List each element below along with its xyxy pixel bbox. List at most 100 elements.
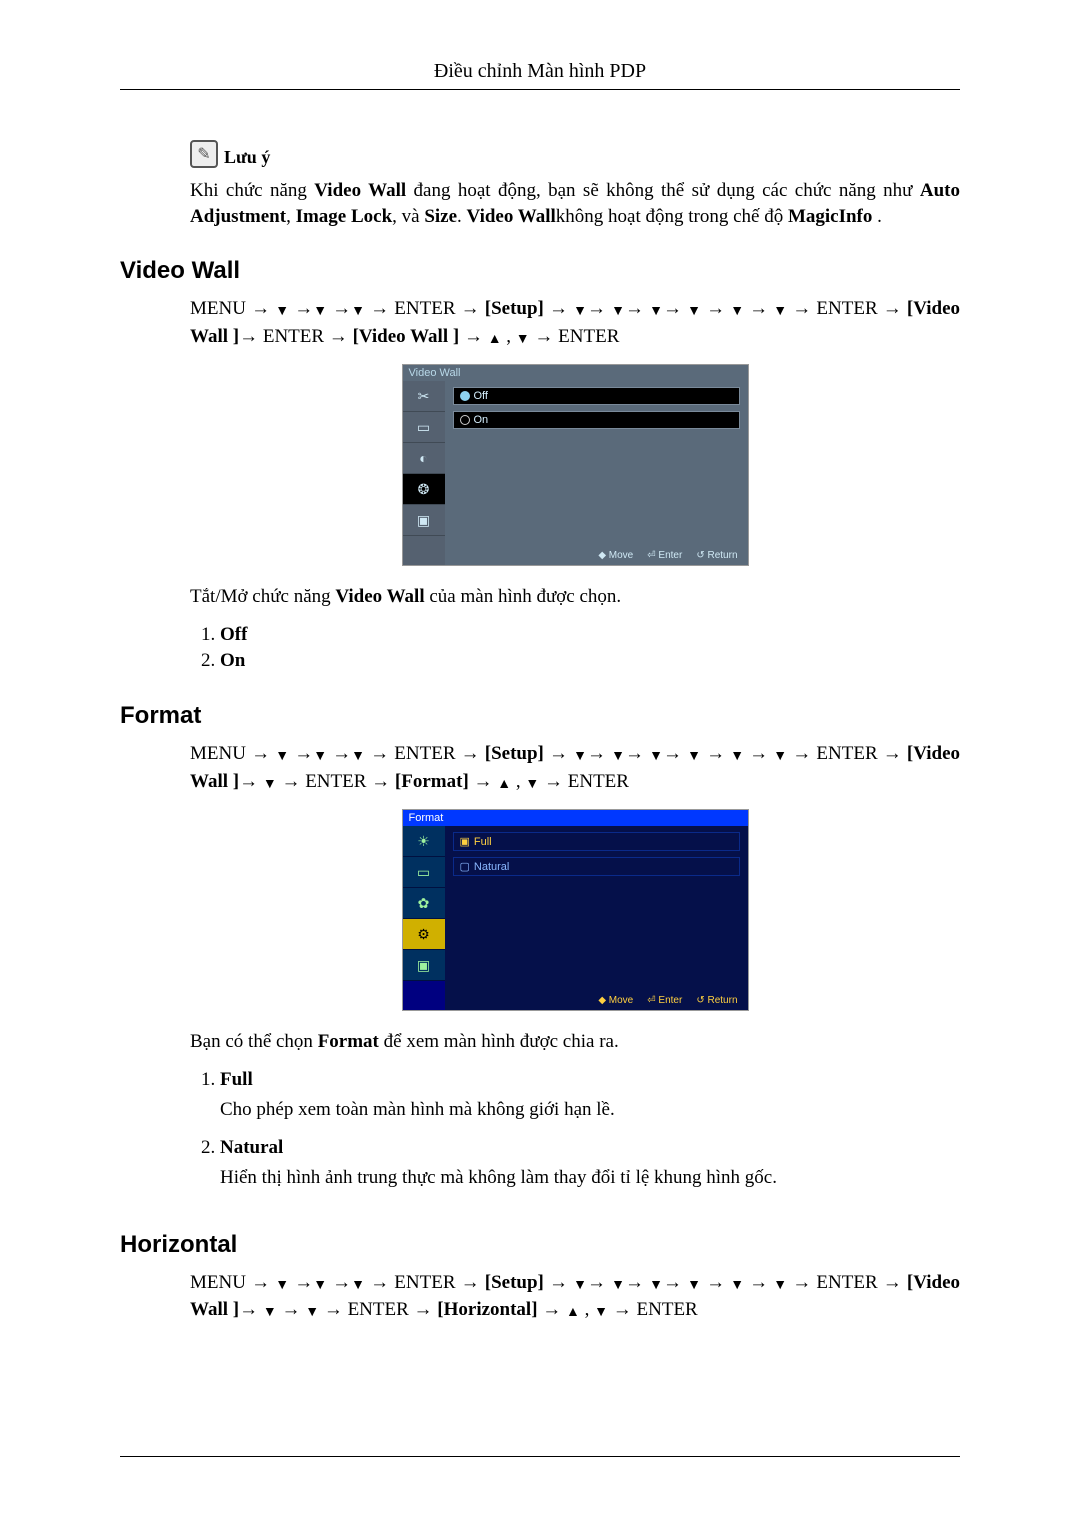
up-arrow-icon: ▲ [497,775,511,795]
osd-option-label: Full [474,836,492,848]
osd-option: On [453,411,740,429]
t: đang hoạt động, bạn sẽ không thể sử dụng… [406,180,920,201]
t: Video Wall [467,206,556,227]
osd-footer: ◆ Move ⏎ Enter ↺ Return [455,995,738,1006]
t: → ENTER → [365,743,485,764]
t: → [289,298,313,319]
t: → ENTER → [319,1299,437,1320]
t: → [587,1272,611,1293]
t: . [872,206,882,227]
osd-icon: ◐ [403,443,445,474]
down-arrow-icon: ▼ [313,302,327,322]
t: , [511,771,525,792]
t: [Setup] [485,743,544,764]
osd-icon: ☀ [403,826,445,857]
option-desc: Cho phép xem toàn màn hình mà không giới… [220,1099,960,1121]
option-label: Full [220,1069,253,1090]
t: → [744,298,773,319]
t: → [289,743,313,764]
osd-screenshot-video-wall: Video Wall ✂ ▭ ◐ ❂ ▣ Off On ◆ Move ⏎ Ent… [402,364,749,566]
t: → [587,743,611,764]
t: [Setup] [485,1272,544,1293]
t: Tắt/Mở chức năng [190,586,335,607]
t: → [625,1272,649,1293]
osd-footer-move: ◆ Move [598,995,633,1006]
osd-icon: ▣ [403,950,445,981]
t: , [502,326,516,347]
t: , và [392,206,424,227]
down-arrow-icon: ▼ [730,1276,744,1296]
osd-icon: ⚙ [403,919,445,950]
t: → ENTER → [365,298,485,319]
t: → [663,298,687,319]
list-item: Natural Hiển thị hình ảnh trung thực mà … [220,1135,960,1203]
down-arrow-icon: ▼ [351,747,365,767]
t: → ENTER [539,771,629,792]
osd-title: Format [403,810,748,826]
t: → [663,1272,687,1293]
down-arrow-icon: ▼ [275,302,289,322]
video-wall-desc: Tắt/Mở chức năng Video Wall của màn hình… [190,584,960,610]
osd-side-icons: ✂ ▭ ◐ ❂ ▣ [403,381,445,565]
down-arrow-icon: ▼ [611,1276,625,1296]
document-page: Điều chỉnh Màn hình PDP ✎ Lưu ý Khi chức… [0,0,1080,1527]
t: → [625,298,649,319]
menu-path-format: MENU → ▼ →▼ →▼ → ENTER → [Setup] → ▼→ ▼→… [190,740,960,795]
list-item: On [220,648,960,674]
t: → ENTER → [277,771,395,792]
t: MagicInfo [788,206,872,227]
osd-icon: ❂ [403,474,445,505]
down-arrow-icon: ▼ [516,330,530,350]
menu-path-horizontal: MENU → ▼ →▼ →▼ → ENTER → [Setup] → ▼→ ▼→… [190,1269,960,1324]
list-item: Full Cho phép xem toàn màn hình mà không… [220,1067,960,1135]
t: , [580,1299,594,1320]
t: → [663,743,687,764]
t: Video Wall [335,586,424,607]
option-label: Off [220,624,247,645]
osd-icon: ✿ [403,888,445,919]
t: của màn hình được chọn. [425,586,622,607]
note-label: Lưu ý [224,147,270,168]
osd-footer-enter: ⏎ Enter [647,550,682,561]
t: Image Lock [296,206,393,227]
down-arrow-icon: ▼ [263,775,277,795]
down-arrow-icon: ▼ [263,1303,277,1323]
t: → [239,1299,263,1320]
down-arrow-icon: ▼ [313,1276,327,1296]
t: → ENTER → [787,743,907,764]
t: . [457,206,467,227]
list-item: Off [220,622,960,648]
up-arrow-icon: ▲ [566,1303,580,1323]
t: → [289,1272,313,1293]
t: → ENTER [608,1299,698,1320]
t: MENU → [190,1272,275,1293]
down-arrow-icon: ▼ [773,747,787,767]
note-block: ✎ Lưu ý Khi chức năng Video Wall đang ho… [190,140,960,229]
osd-option: ▣ Full [453,832,740,851]
down-arrow-icon: ▼ [730,747,744,767]
t: → [625,743,649,764]
option-label: Natural [220,1137,283,1158]
osd-footer-return: ↺ Return [696,550,737,561]
t: → ENTER → [239,326,352,347]
t: [Video Wall ] [353,326,460,347]
t: → [587,298,611,319]
t: MENU → [190,298,275,319]
down-arrow-icon: ▼ [573,747,587,767]
t: → [327,743,351,764]
format-desc: Bạn có thể chọn Format để xem màn hình đ… [190,1029,960,1055]
t: → [327,298,351,319]
osd-option-label: Off [474,390,488,402]
t: Enter [658,550,682,561]
up-arrow-icon: ▲ [488,330,502,350]
osd-option: ▢ Natural [453,857,740,876]
t: → [701,1272,730,1293]
osd-footer-enter: ⏎ Enter [647,995,682,1006]
down-arrow-icon: ▼ [351,1276,365,1296]
t: → [544,1272,573,1293]
format-options: Full Cho phép xem toàn màn hình mà không… [190,1067,960,1203]
down-arrow-icon: ▼ [313,747,327,767]
option-desc: Hiển thị hình ảnh trung thực mà không là… [220,1167,960,1189]
t: → [277,1299,306,1320]
t: Return [707,550,737,561]
